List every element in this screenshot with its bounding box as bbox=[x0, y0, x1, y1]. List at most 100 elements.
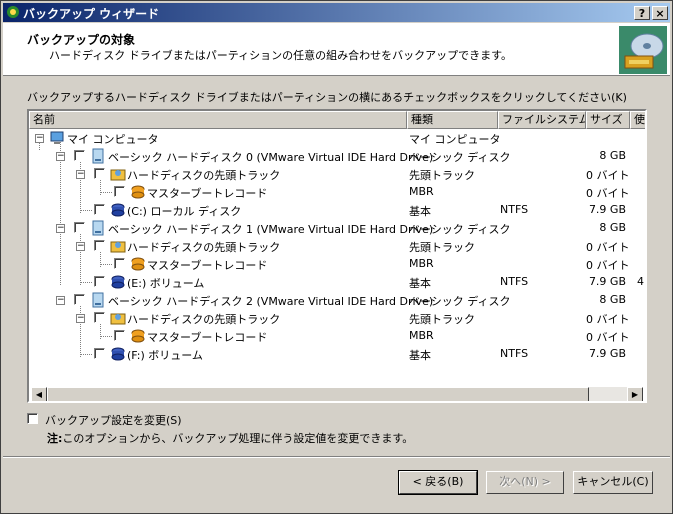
row-name: マスターブートレコード bbox=[147, 331, 268, 344]
hard-disk-icon bbox=[92, 148, 104, 164]
collapse-icon[interactable]: − bbox=[56, 152, 65, 161]
row-checkbox[interactable] bbox=[114, 186, 125, 197]
collapse-icon[interactable]: − bbox=[56, 224, 65, 233]
collapse-icon[interactable]: − bbox=[56, 296, 65, 305]
mbr-icon bbox=[131, 329, 145, 343]
tree-row[interactable]: (F:) ボリューム 基本 NTFS 7.9 GB bbox=[29, 345, 645, 363]
collapse-icon[interactable]: − bbox=[76, 314, 85, 323]
row-size: 8 GB bbox=[599, 293, 626, 306]
row-filesystem: NTFS bbox=[500, 275, 529, 288]
tree-row[interactable]: マスターブートレコード MBR 0 バイト bbox=[29, 327, 645, 345]
tree-row[interactable]: − ベーシック ハードディスク 1 (VMware Virtual IDE Ha… bbox=[29, 219, 645, 237]
wizard-header: バックアップの対象 ハードディスク ドライブまたはパーティションの任意の組み合わ… bbox=[3, 23, 670, 76]
instruction-label: バックアップするハードディスク ドライブまたはパーティションの横にあるチェックボ… bbox=[27, 91, 627, 104]
row-type: 先頭トラック bbox=[409, 169, 475, 182]
note-text: このオプションから、バックアップ処理に伴う設定値を変更できます。 bbox=[62, 432, 414, 445]
tree-row[interactable]: − ベーシック ハードディスク 2 (VMware Virtual IDE Ha… bbox=[29, 291, 645, 309]
collapse-icon[interactable]: − bbox=[76, 170, 85, 179]
tree-row[interactable]: − ハードディスクの先頭トラック 先頭トラック 0 バイト bbox=[29, 309, 645, 327]
title-bar[interactable]: バックアップ ウィザード ? × bbox=[3, 3, 670, 22]
option-note: 注:このオプションから、バックアップ処理に伴う設定値を変更できます。 bbox=[47, 430, 413, 446]
row-checkbox[interactable] bbox=[74, 294, 85, 305]
row-filesystem: NTFS bbox=[500, 347, 529, 360]
track-icon bbox=[110, 169, 126, 181]
tree-row[interactable]: − マイ コンピュータ マイ コンピュータ bbox=[29, 129, 645, 147]
row-type: MBR bbox=[409, 257, 434, 270]
scroll-thumb[interactable] bbox=[47, 387, 589, 401]
column-header-name[interactable]: 名前 bbox=[29, 111, 407, 129]
row-name: ハードディスクの先頭トラック bbox=[127, 169, 281, 182]
help-button[interactable]: ? bbox=[634, 6, 650, 20]
row-name: マイ コンピュータ bbox=[67, 133, 159, 146]
row-checkbox[interactable] bbox=[114, 258, 125, 269]
scroll-left-icon[interactable]: ◀ bbox=[31, 387, 47, 401]
tree-row[interactable]: (E:) ボリューム 基本 NTFS 7.9 GB 4 bbox=[29, 273, 645, 291]
tree-row[interactable]: − ハードディスクの先頭トラック 先頭トラック 0 バイト bbox=[29, 237, 645, 255]
tree-line bbox=[100, 192, 112, 193]
row-checkbox[interactable] bbox=[94, 204, 105, 215]
tree-line bbox=[80, 354, 92, 355]
collapse-icon[interactable]: − bbox=[76, 242, 85, 251]
row-checkbox[interactable] bbox=[74, 150, 85, 161]
next-button[interactable]: 次へ(N) > bbox=[486, 471, 564, 494]
row-size: 0 バイト bbox=[586, 169, 630, 182]
row-filesystem: NTFS bbox=[500, 203, 529, 216]
row-type: 基本 bbox=[409, 349, 431, 362]
collapse-icon[interactable]: − bbox=[35, 134, 44, 143]
row-checkbox[interactable] bbox=[94, 168, 105, 179]
change-settings-checkbox[interactable] bbox=[27, 413, 38, 424]
column-header-used[interactable]: 使 bbox=[630, 111, 645, 129]
row-size: 0 バイト bbox=[586, 241, 630, 254]
mbr-icon bbox=[131, 257, 145, 271]
row-size: 0 バイト bbox=[586, 259, 630, 272]
row-name: (E:) ボリューム bbox=[127, 277, 205, 290]
row-type: 先頭トラック bbox=[409, 241, 475, 254]
page-subtitle: ハードディスク ドライブまたはパーティションの任意の組み合わせをバックアップでき… bbox=[49, 49, 512, 62]
row-name: マスターブートレコード bbox=[147, 259, 268, 272]
row-checkbox[interactable] bbox=[114, 330, 125, 341]
row-type: MBR bbox=[409, 185, 434, 198]
row-type: ベーシック ディスク bbox=[409, 151, 511, 164]
tree-row[interactable]: − ハードディスクの先頭トラック 先頭トラック 0 バイト bbox=[29, 165, 645, 183]
close-button[interactable]: × bbox=[652, 6, 668, 20]
horizontal-scrollbar[interactable]: ◀ ▶ bbox=[31, 387, 643, 401]
column-header-size[interactable]: サイズ bbox=[586, 111, 630, 129]
tree-row[interactable]: − ベーシック ハードディスク 0 (VMware Virtual IDE Ha… bbox=[29, 147, 645, 165]
tree-line bbox=[100, 336, 112, 337]
tree-row[interactable]: マスターブートレコード MBR 0 バイト bbox=[29, 255, 645, 273]
row-checkbox[interactable] bbox=[94, 312, 105, 323]
row-name: ベーシック ハードディスク 0 (VMware Virtual IDE Hard… bbox=[108, 151, 434, 164]
backup-wizard-icon bbox=[619, 26, 667, 74]
row-checkbox[interactable] bbox=[74, 222, 85, 233]
column-header-type[interactable]: 種類 bbox=[407, 111, 498, 129]
row-checkbox[interactable] bbox=[94, 276, 105, 287]
cancel-button[interactable]: キャンセル(C) bbox=[573, 471, 653, 494]
row-checkbox[interactable] bbox=[94, 348, 105, 359]
window-title: バックアップ ウィザード bbox=[23, 7, 160, 21]
disk-tree-list[interactable]: 名前 種類 ファイルシステム サイズ 使 − マイ コンピュータ マイ コンピュ… bbox=[27, 109, 647, 403]
change-settings-label[interactable]: バックアップ設定を変更(S) bbox=[45, 412, 182, 428]
row-name: マスターブートレコード bbox=[147, 187, 268, 200]
row-name: ベーシック ハードディスク 2 (VMware Virtual IDE Hard… bbox=[108, 295, 434, 308]
row-type: 基本 bbox=[409, 205, 431, 218]
note-prefix: 注: bbox=[47, 432, 63, 445]
scroll-right-icon[interactable]: ▶ bbox=[627, 387, 643, 401]
back-button[interactable]: < 戻る(B) bbox=[398, 470, 478, 495]
tree-row[interactable]: (C:) ローカル ディスク 基本 NTFS 7.9 GB bbox=[29, 201, 645, 219]
backup-wizard-window: バックアップ ウィザード ? × バックアップの対象 ハードディスク ドライブま… bbox=[0, 0, 673, 514]
track-icon bbox=[110, 241, 126, 253]
row-type: MBR bbox=[409, 329, 434, 342]
row-size: 7.9 GB bbox=[588, 347, 626, 360]
row-type: マイ コンピュータ bbox=[409, 133, 501, 146]
partition-icon bbox=[111, 203, 125, 217]
row-checkbox[interactable] bbox=[94, 240, 105, 251]
hard-disk-icon bbox=[92, 220, 104, 236]
row-type: 先頭トラック bbox=[409, 313, 475, 326]
row-name: ハードディスクの先頭トラック bbox=[127, 241, 281, 254]
partition-icon bbox=[111, 347, 125, 361]
column-header-filesystem[interactable]: ファイルシステム bbox=[498, 111, 586, 129]
tree-row[interactable]: マスターブートレコード MBR 0 バイト bbox=[29, 183, 645, 201]
partition-icon bbox=[111, 275, 125, 289]
row-size: 0 バイト bbox=[586, 187, 630, 200]
row-size: 8 GB bbox=[599, 221, 626, 234]
